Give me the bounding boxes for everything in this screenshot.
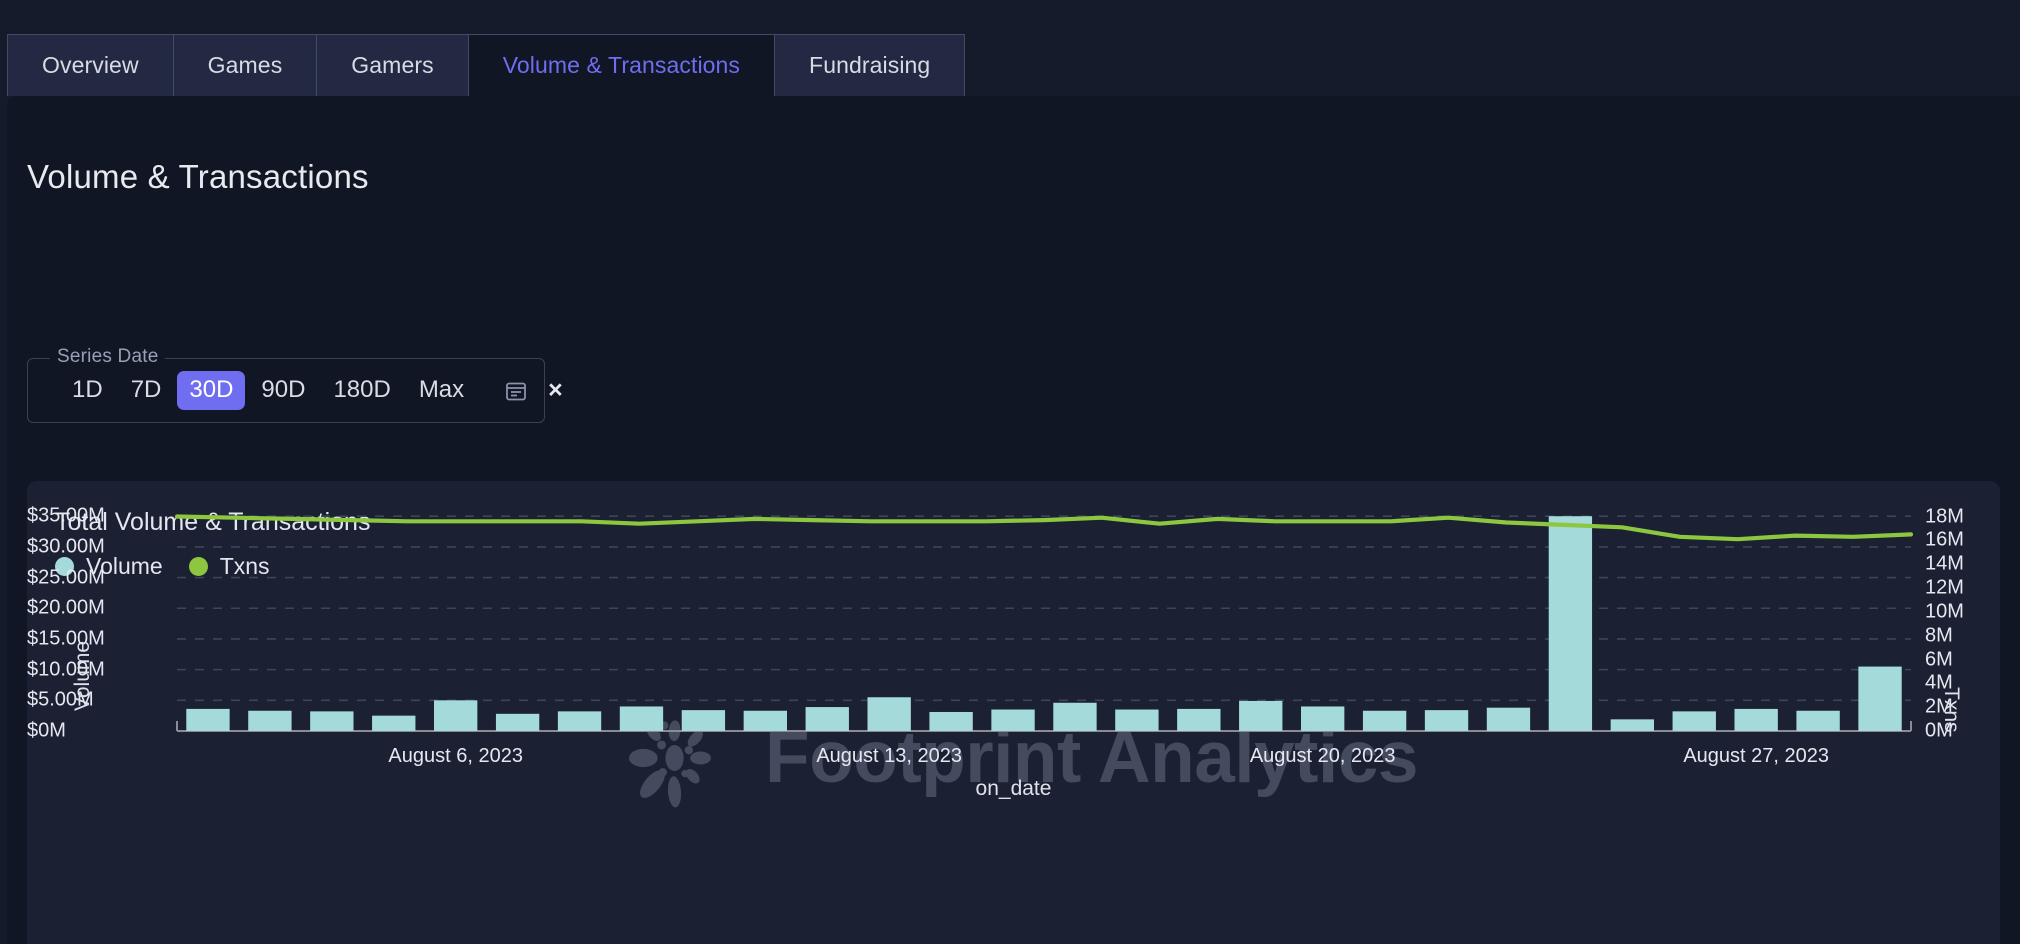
plot-area: Footprint Analytics $0M $5.00M $10.00M $15.… [27, 481, 2000, 944]
tab-bar: Overview Games Gamers Volume & Transacti… [0, 0, 2020, 96]
range-button-1d[interactable]: 1D [60, 371, 115, 409]
y-axis-tick-right: 16M [1925, 528, 1964, 551]
calendar-icon[interactable] [504, 379, 528, 403]
bar [1734, 708, 1778, 731]
bar [1301, 706, 1345, 731]
y-axis-tick-left: $30.00M [27, 535, 105, 558]
bar [1610, 719, 1654, 731]
clear-filter-icon[interactable]: × [548, 378, 563, 403]
x-axis-tick: August 27, 2023 [1683, 745, 1830, 767]
y-axis-tick-left: $10.00M [27, 658, 105, 681]
range-button-max[interactable]: Max [407, 371, 476, 409]
y-axis-tick-left: $15.00M [27, 627, 105, 650]
tab-label: Fundraising [809, 52, 931, 78]
x-axis-title: on_date [975, 777, 1052, 800]
x-axis-tick: August 6, 2023 [388, 745, 523, 767]
bar [495, 713, 540, 731]
range-button-180d[interactable]: 180D [321, 371, 402, 409]
bar [1424, 710, 1469, 731]
bar [1858, 666, 1902, 731]
tab-fundraising[interactable]: Fundraising [774, 34, 966, 96]
bar [1486, 707, 1531, 731]
txns-line [174, 514, 1914, 542]
y-axis-tick-left: $25.00M [27, 566, 105, 589]
y-axis-title-left: Volume [71, 640, 94, 711]
bar [1239, 700, 1283, 731]
y-axis-tick-left: $5.00M [27, 688, 94, 711]
content-panel: Volume & Transactions Series Date 1D 7D … [7, 96, 2020, 944]
chart-svg [174, 514, 1914, 732]
series-date-filter: Series Date 1D 7D 30D 90D 180D Max × [27, 346, 563, 423]
tab-gamers[interactable]: Gamers [316, 34, 469, 96]
range-button-90d[interactable]: 90D [249, 371, 317, 409]
page-title: Volume & Transactions [27, 158, 369, 195]
bar [743, 710, 787, 731]
tab-label: Volume & Transactions [502, 52, 741, 78]
chart-card: Total Volume & Transactions Volume Txns [27, 481, 2000, 944]
y-axis-tick-left: $0M [27, 719, 66, 742]
bar [248, 710, 292, 731]
y-axis-tick-right: 18M [1925, 505, 1964, 528]
range-button-30d[interactable]: 30D [177, 371, 246, 410]
bar [805, 707, 849, 731]
y-axis-tick-left: $20.00M [27, 596, 105, 619]
bar [434, 700, 478, 731]
tab-label: Overview [42, 52, 139, 78]
series-date-options: 1D 7D 30D 90D 180D Max × [28, 359, 563, 422]
app-root: Overview Games Gamers Volume & Transacti… [0, 0, 2020, 944]
bar [1548, 516, 1593, 731]
bar [619, 706, 664, 731]
y-axis-title-right: Txns [1940, 687, 1963, 733]
bar [991, 709, 1035, 731]
y-axis-tick-right: 8M [1925, 624, 1953, 647]
tab-volume-transactions[interactable]: Volume & Transactions [467, 34, 776, 96]
tab-games[interactable]: Games [172, 34, 318, 96]
bar [310, 711, 354, 731]
bar [1672, 711, 1716, 731]
tab-label: Games [207, 52, 283, 78]
y-axis-tick-left: $35.00M [27, 504, 105, 527]
tab-overview[interactable]: Overview [7, 34, 174, 96]
bar [867, 697, 911, 731]
bar [1053, 702, 1097, 731]
range-button-7d[interactable]: 7D [119, 371, 174, 409]
y-axis-tick-right: 10M [1925, 600, 1964, 623]
y-axis-tick-right: 6M [1925, 648, 1953, 670]
bar [929, 711, 973, 731]
bar [372, 715, 416, 731]
y-axis-tick-right: 14M [1925, 552, 1964, 575]
bar [1115, 709, 1159, 731]
x-axis-tick: August 20, 2023 [1249, 745, 1396, 767]
x-axis-tick: August 13, 2023 [816, 745, 963, 767]
y-axis-tick-right: 12M [1925, 576, 1964, 599]
bar [1177, 708, 1221, 731]
bar [681, 710, 726, 731]
tab-label: Gamers [351, 52, 434, 78]
bar [557, 711, 602, 731]
bar [186, 708, 230, 731]
bar [1362, 710, 1407, 731]
bar [1796, 710, 1840, 731]
